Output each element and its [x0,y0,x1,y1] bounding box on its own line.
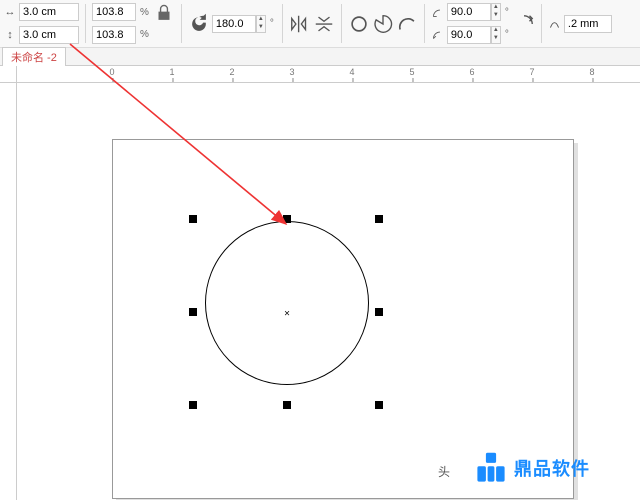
handle-sw[interactable] [189,401,197,409]
ellipse-button[interactable] [348,13,370,35]
scale-y-input[interactable] [92,26,136,44]
outline-width-icon [548,17,562,31]
start-angle-input[interactable] [447,3,491,21]
arc-button[interactable] [396,13,418,35]
lock-ratio-button[interactable] [153,2,175,24]
height-input[interactable] [19,26,79,44]
handle-w[interactable] [189,308,197,316]
pct-label: % [138,29,151,40]
watermark-logo-icon [474,451,508,485]
property-toolbar: ↔ ↕ % % ▲▼ ° [0,0,640,48]
mirror-v-button[interactable] [313,13,335,35]
handle-e[interactable] [375,308,383,316]
handle-n[interactable] [283,215,291,223]
selected-ellipse[interactable] [205,221,369,385]
direction-button[interactable] [513,13,535,35]
watermark: 鼎品软件 [474,451,590,485]
rotation-input[interactable] [212,15,256,33]
canvas[interactable]: × [17,83,640,500]
ruler-corner [0,66,17,83]
width-icon: ↔ [3,5,17,19]
end-angle-input[interactable] [447,26,491,44]
width-input[interactable] [19,3,79,21]
angle2-spinner[interactable]: ▲▼ [491,26,501,44]
watermark-small: 头 [438,463,450,480]
angle1-spinner[interactable]: ▲▼ [491,3,501,21]
document-tab[interactable]: 未命名 -2 [2,47,66,66]
mirror-h-button[interactable] [289,13,311,35]
pie-button[interactable] [372,13,394,35]
outline-width-input[interactable] [564,15,612,33]
scale-x-input[interactable] [92,3,136,21]
handle-ne[interactable] [375,215,383,223]
document-tabbar: 未命名 -2 [0,48,640,66]
ruler-vertical[interactable] [0,83,17,500]
watermark-text: 鼎品软件 [514,455,590,481]
height-icon: ↕ [3,28,17,42]
handle-s[interactable] [283,401,291,409]
start-angle-icon [431,5,445,19]
handle-se[interactable] [375,401,383,409]
handle-nw[interactable] [189,215,197,223]
pct-label: % [138,7,151,18]
rotation-spinner[interactable]: ▲▼ [256,15,266,33]
deg-label: ° [268,18,276,29]
ruler-horizontal[interactable]: 0 1 2 3 4 5 6 7 8 [17,66,640,83]
end-angle-icon [431,28,445,42]
rotate-button[interactable] [188,13,210,35]
object-center: × [284,309,290,320]
